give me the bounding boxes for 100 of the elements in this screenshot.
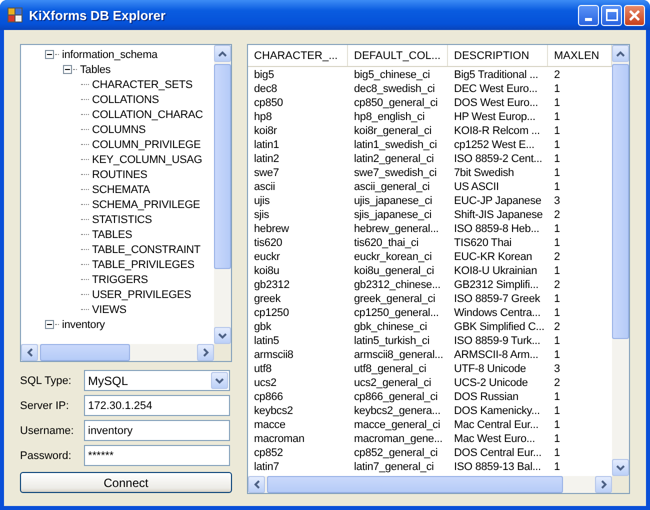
tree-item[interactable]: USER_PRIVILEGES xyxy=(92,288,192,302)
table-cell-text: sjis_japanese_ci xyxy=(353,208,433,222)
table-cell-text: 1 xyxy=(553,446,561,460)
tree-item[interactable]: ROUTINES xyxy=(92,168,148,182)
scroll-down-button[interactable] xyxy=(214,327,231,344)
table-cell-text: hp8_english_ci xyxy=(353,110,426,124)
table-cell-text: dec8_swedish_ci xyxy=(353,82,436,96)
tree-item[interactable]: COLUMN_PRIVILEGE xyxy=(92,138,201,152)
table-cell-text: cp866_general_ci xyxy=(353,390,439,404)
scroll-thumb[interactable] xyxy=(40,344,130,361)
tree-item[interactable]: COLLATION_CHARAC xyxy=(92,108,203,122)
scroll-up-button[interactable] xyxy=(214,45,231,62)
chevron-down-icon xyxy=(218,332,227,338)
table-cell-text: GBK Simplified C... xyxy=(453,320,546,334)
table-cell-text: ascii_general_ci xyxy=(353,180,431,194)
horizontal-scrollbar[interactable] xyxy=(21,344,231,361)
collapse-icon[interactable] xyxy=(45,50,54,59)
table-cell-text: 1 xyxy=(553,306,561,320)
table-cell-text: cp850_general_ci xyxy=(353,96,439,110)
table-cell-text: greek_general_ci xyxy=(353,292,436,306)
tree-item[interactable]: TRIGGERS xyxy=(92,272,148,286)
table-cell-text: latin1 xyxy=(253,138,280,152)
scroll-thumb[interactable] xyxy=(214,64,231,269)
table-cell-text: 2 xyxy=(553,376,561,390)
scroll-left-button[interactable] xyxy=(21,344,38,361)
tree-item[interactable]: TABLE_CONSTRAINT xyxy=(92,242,200,256)
table-cell-text: 2 xyxy=(553,278,561,292)
dropdown-button[interactable] xyxy=(211,372,228,389)
chevron-up-icon xyxy=(218,50,227,56)
table-cell-text: 7bit Swedish xyxy=(453,166,515,180)
column-header[interactable]: CHARACTER_... xyxy=(248,45,348,66)
tree-item[interactable]: STATISTICS xyxy=(92,212,152,226)
collapse-icon[interactable] xyxy=(63,65,72,74)
table-cell-text: EUC-KR Korean xyxy=(453,250,534,264)
chevron-up-icon xyxy=(616,50,625,56)
table-cell-text: DOS West Euro... xyxy=(453,96,540,110)
table-cell-text: 1 xyxy=(553,152,561,166)
table-cell-text: ujis_japanese_ci xyxy=(353,194,434,208)
tree-item[interactable]: information_schema xyxy=(62,48,158,62)
tree-item[interactable]: COLUMNS xyxy=(92,122,146,136)
tree-item[interactable]: SCHEMA_PRIVILEGE xyxy=(92,198,200,212)
tree-item[interactable]: inventory xyxy=(62,318,105,332)
collapse-icon[interactable] xyxy=(45,320,54,329)
table-cell-text: ascii xyxy=(253,180,276,194)
scrollbar-corner xyxy=(612,476,629,493)
tree-item[interactable]: CHARACTER_SETS xyxy=(92,78,192,92)
maximize-button[interactable] xyxy=(601,4,622,26)
field-label: Server IP: xyxy=(20,400,70,412)
table-cell-text: gb2312_chinese... xyxy=(353,278,442,292)
table-cell-text: 1 xyxy=(553,222,561,236)
tree-item[interactable]: Tables xyxy=(80,62,111,76)
scroll-right-button[interactable] xyxy=(197,344,214,361)
tree-item[interactable]: COLLATIONS xyxy=(92,92,159,106)
scroll-right-button[interactable] xyxy=(595,476,612,493)
table-cell-text: 1 xyxy=(553,82,561,96)
table-cell-text: DOS Russian xyxy=(453,390,520,404)
scroll-thumb[interactable] xyxy=(267,476,563,493)
table-cell-text: ARMSCII-8 Arm... xyxy=(453,348,540,362)
table-cell-text: 1 xyxy=(553,264,561,278)
table-cell-text: latin5 xyxy=(253,334,280,348)
dropdown[interactable]: MySQL xyxy=(84,370,230,391)
table-cell-text: 2 xyxy=(553,68,561,82)
table-cell-text: 1 xyxy=(553,292,561,306)
table-cell-text: ucs2 xyxy=(253,376,278,390)
table-cell-text: keybcs2 xyxy=(253,404,294,418)
table-cell-text: KOI8-R Relcom ... xyxy=(453,124,541,138)
table-cell-text: euckr_korean_ci xyxy=(353,250,433,264)
table-cell-text: euckr xyxy=(253,250,281,264)
column-header[interactable]: DEFAULT_COL... xyxy=(348,45,448,66)
table-cell-text: latin1_swedish_ci xyxy=(353,138,438,152)
scroll-left-button[interactable] xyxy=(248,476,265,493)
tree-item[interactable]: KEY_COLUMN_USAG xyxy=(92,152,202,166)
table-cell-text: big5_chinese_ci xyxy=(353,68,431,82)
tree-item[interactable]: SCHEMATA xyxy=(92,182,150,196)
connect-button[interactable]: Connect xyxy=(20,472,232,493)
scroll-up-button[interactable] xyxy=(612,45,629,62)
scrollbar-corner xyxy=(214,344,231,361)
table-cell-text: macroman xyxy=(253,432,306,446)
close-button[interactable] xyxy=(624,4,645,26)
scroll-down-button[interactable] xyxy=(612,459,629,476)
table-cell-text: ujis xyxy=(253,194,271,208)
input-field[interactable]: 172.30.1.254 xyxy=(84,395,230,416)
column-header[interactable]: DESCRIPTION xyxy=(448,45,548,66)
scroll-thumb[interactable] xyxy=(612,64,629,339)
table-cell-text: cp866 xyxy=(253,390,284,404)
table-cell-text: 1 xyxy=(553,418,561,432)
tree-item[interactable]: VIEWS xyxy=(92,302,126,316)
table-cell-text: ISO 8859-2 Cent... xyxy=(453,152,544,166)
table-cell-text: 3 xyxy=(553,362,561,376)
table-cell-text: Windows Centra... xyxy=(453,306,542,320)
horizontal-scrollbar[interactable] xyxy=(248,476,629,493)
vertical-scrollbar[interactable] xyxy=(214,45,231,344)
input-field[interactable]: ****** xyxy=(84,445,230,466)
input-field[interactable]: inventory xyxy=(84,420,230,441)
table-cell-text: HP West Europ... xyxy=(453,110,536,124)
minimize-button[interactable] xyxy=(578,4,599,26)
tree-item[interactable]: TABLES xyxy=(92,228,132,242)
vertical-scrollbar[interactable] xyxy=(612,45,629,476)
table-cell-text: koi8r xyxy=(253,124,278,138)
tree-item[interactable]: TABLE_PRIVILEGES xyxy=(92,258,194,272)
